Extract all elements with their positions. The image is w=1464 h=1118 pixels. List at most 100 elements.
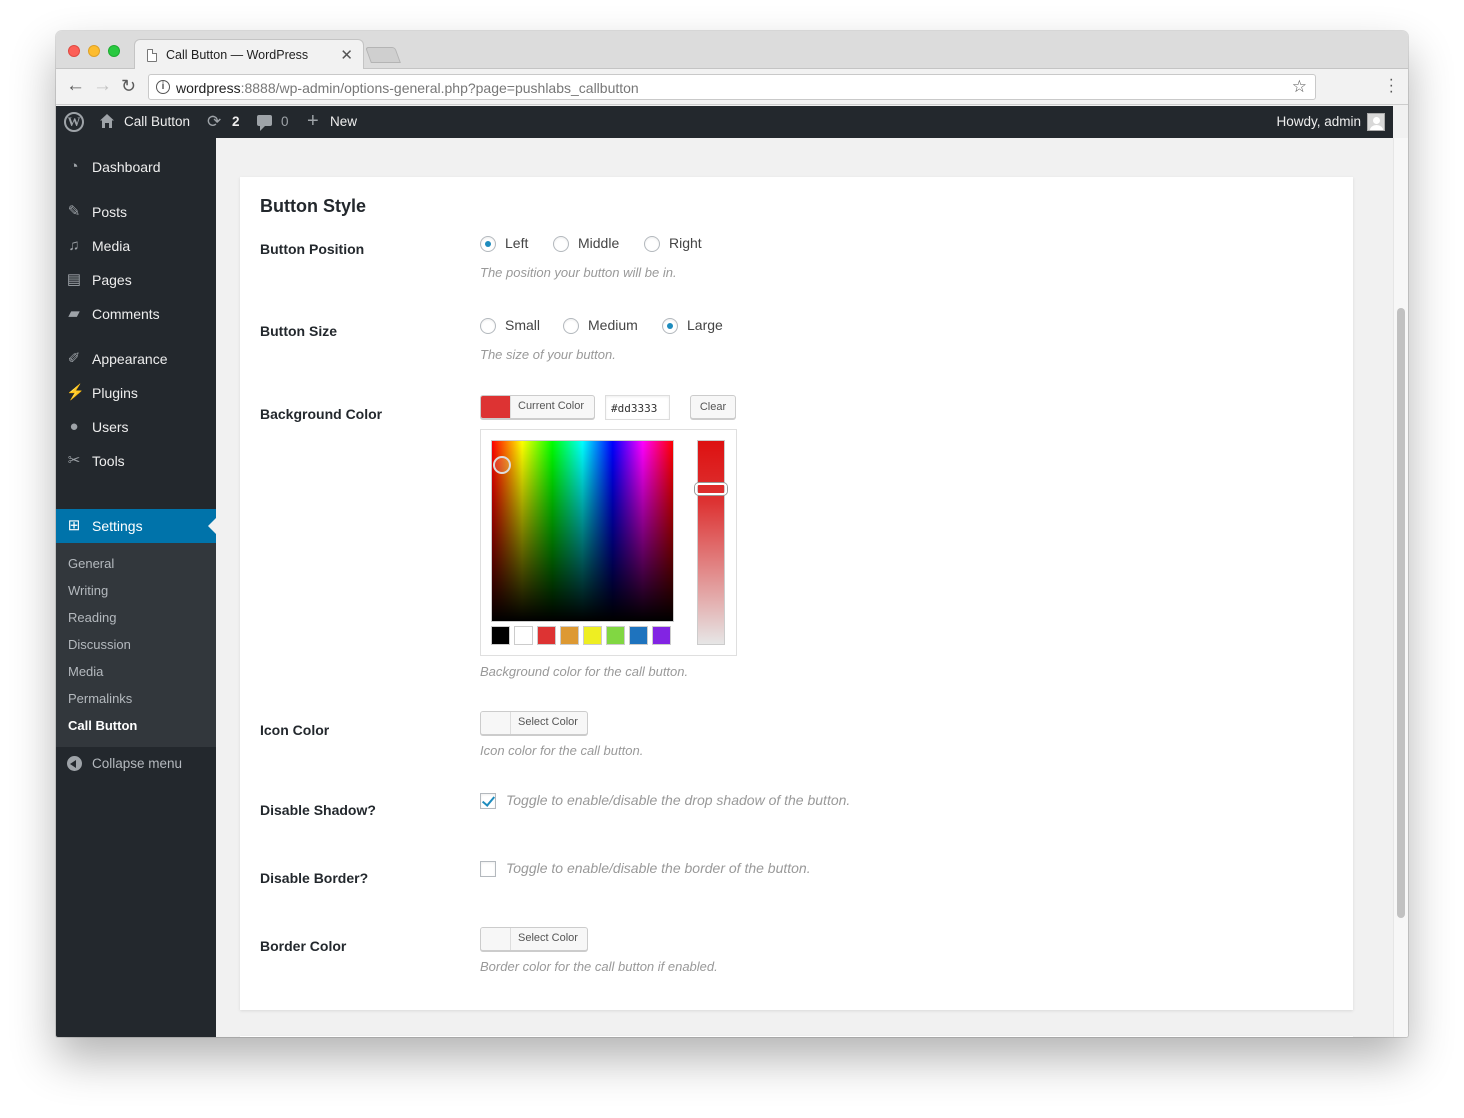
sidebar-item-comments[interactable]: ▰ Comments [56,297,216,331]
browser-tab[interactable]: Call Button — WordPress ✕ [134,39,364,70]
disable-border-label: Disable Border? [260,870,369,886]
howdy-account-link[interactable]: Howdy, admin [1276,106,1361,138]
hue-slider[interactable] [695,440,727,645]
palette-swatch-red[interactable] [537,626,556,645]
palette-swatch-blue[interactable] [629,626,648,645]
sidebar-item-tools[interactable]: ✂ Tools [56,444,216,478]
comments-icon[interactable] [257,115,272,131]
disable-shadow-description: Toggle to enable/disable the drop shadow… [506,792,851,808]
clear-color-button[interactable]: Clear [690,395,736,419]
submenu-item-reading[interactable]: Reading [68,610,116,625]
tab-close-icon[interactable]: ✕ [340,46,353,64]
saturation-square[interactable] [491,440,674,622]
brush-icon: ✐ [67,350,81,367]
disable-border-description: Toggle to enable/disable the border of t… [506,860,811,876]
sidebar-item-label: Tools [92,453,125,469]
page-scrollbar[interactable] [1393,138,1408,1037]
sidebar-item-settings[interactable]: ⊞ Settings [56,509,216,543]
back-arrow-icon[interactable]: ← [66,76,85,96]
submenu-item-media[interactable]: Media [68,664,103,679]
button-size-description: The size of your button. [480,347,616,362]
border-color-button[interactable]: Select Color [480,927,588,951]
disable-border-checkbox[interactable] [480,861,496,877]
close-window-button[interactable] [68,45,80,57]
wrench-icon: ✂ [67,452,81,469]
sidebar-item-dashboard[interactable]: ◔ Dashboard [56,150,216,184]
icon-color-label: Icon Color [260,722,330,738]
avatar[interactable] [1367,113,1385,131]
url-path: :8888/wp-admin/options-general.php?page=… [240,80,639,96]
reload-icon[interactable]: ↻ [121,76,136,96]
palette-swatch-purple[interactable] [652,626,671,645]
settings-icon: ⊞ [67,517,81,534]
collapse-menu-button[interactable]: Collapse menu [56,747,216,781]
radio-dot[interactable] [563,318,579,334]
collapse-menu-label: Collapse menu [92,756,183,771]
disable-shadow-checkbox[interactable] [480,793,496,809]
forward-arrow-icon[interactable]: → [93,76,112,96]
hex-color-input[interactable]: #dd3333 [605,395,670,420]
radio-dot[interactable] [480,236,496,252]
bookmark-star-icon[interactable]: ☆ [1292,77,1307,97]
submenu-item-general[interactable]: General [68,556,114,571]
settings-card: Button Style Button Position Left Middle… [240,177,1353,1010]
updates-count[interactable]: 2 [232,106,240,138]
button-position-label: Button Position [260,241,365,257]
info-icon[interactable]: i [156,80,170,94]
radio-label: Middle [578,235,620,251]
palette-swatch-yellow[interactable] [583,626,602,645]
sidebar-item-label: Users [92,419,129,435]
sidebar-item-pages[interactable]: ▤ Pages [56,263,216,297]
new-content-link[interactable]: New [330,106,357,138]
palette-swatch-white[interactable] [514,626,533,645]
submenu-item-call-button[interactable]: Call Button [68,718,137,733]
radio-label: Left [505,235,529,251]
radio-dot[interactable] [553,236,569,252]
address-bar[interactable]: i wordpress:8888/wp-admin/options-genera… [148,74,1316,100]
saturation-handle[interactable] [493,456,511,474]
hue-slider-handle[interactable] [695,483,727,495]
site-name-link[interactable]: Call Button [124,106,190,138]
button-size-label: Button Size [260,323,337,339]
minimize-window-button[interactable] [88,45,100,57]
icon-color-button[interactable]: Select Color [480,711,588,735]
wordpress-logo-icon[interactable]: W [64,112,84,132]
sidebar-item-label: Posts [92,204,128,220]
browser-titlebar: Call Button — WordPress ✕ [56,31,1408,70]
background-color-button[interactable]: Current Color [480,395,595,419]
new-tab-button[interactable] [365,47,401,63]
next-settings-card [240,1036,1353,1037]
radio-dot[interactable] [644,236,660,252]
radio-dot[interactable] [662,318,678,334]
browser-menu-icon[interactable]: · · · [1389,72,1394,100]
color-button-label: Current Color [518,400,585,412]
plus-icon[interactable]: + [307,106,319,138]
zoom-window-button[interactable] [108,45,120,57]
submenu-item-permalinks[interactable]: Permalinks [68,691,132,706]
submenu-item-writing[interactable]: Writing [68,583,108,598]
tab-title: Call Button — WordPress [166,48,309,62]
sidebar-item-label: Dashboard [92,159,161,175]
media-icon: ♫ [68,237,80,254]
main-content: Button Style Button Position Left Middle… [216,138,1393,1037]
comments-count[interactable]: 0 [281,106,289,138]
palette-swatch-green[interactable] [606,626,625,645]
radio-label: Medium [588,317,638,333]
submenu-item-discussion[interactable]: Discussion [68,637,131,652]
dashboard-icon: ◔ [69,158,79,175]
palette-swatch-black[interactable] [491,626,510,645]
sidebar-item-media[interactable]: ♫ Media [56,229,216,263]
user-icon: ● [69,418,79,435]
color-swatch [481,712,511,734]
current-color-swatch [481,396,511,418]
updates-icon[interactable]: ⟳ [207,106,221,138]
radio-dot[interactable] [480,318,496,334]
palette-swatch-orange[interactable] [560,626,579,645]
sidebar-item-plugins[interactable]: ⚡ Plugins [56,376,216,410]
browser-toolbar: ← → ↻ i wordpress:8888/wp-admin/options-… [56,69,1408,105]
background-color-description: Background color for the call button. [480,664,689,679]
sidebar-item-posts[interactable]: ✎ Posts [56,195,216,229]
sidebar-item-users[interactable]: ● Users [56,410,216,444]
sidebar-item-appearance[interactable]: ✐ Appearance [56,342,216,376]
scrollbar-thumb[interactable] [1397,308,1405,918]
